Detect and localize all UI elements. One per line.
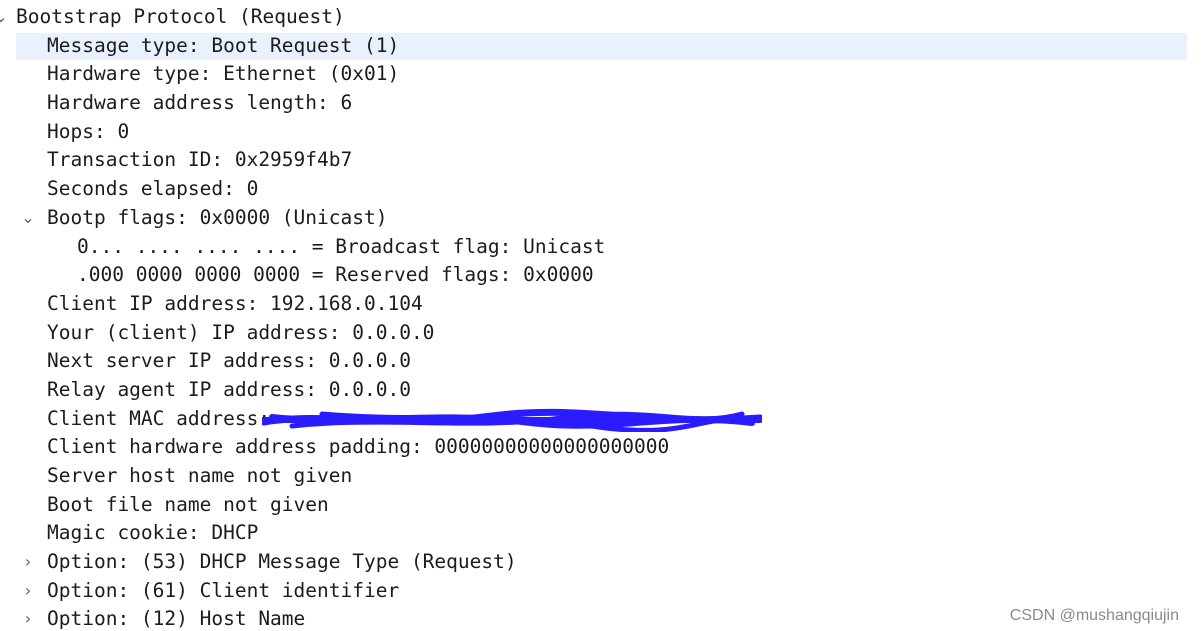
tree-row-magic-cookie[interactable]: Magic cookie: DHCP — [0, 519, 1201, 548]
tree-row-label: Your (client) IP address: 0.0.0.0 — [47, 320, 435, 344]
tree-row-label: Server host name not given — [47, 464, 353, 487]
tree-row-client-mac[interactable]: Client MAC address: — [0, 405, 1201, 434]
packet-details-tree: ⌄ Bootstrap Protocol (Request) Message t… — [0, 3, 1201, 631]
tree-row-bootp-flags[interactable]: ⌄ Bootp flags: 0x0000 (Unicast) — [0, 204, 1201, 233]
tree-row-hops[interactable]: Hops: 0 — [0, 118, 1201, 147]
chevron-right-icon[interactable]: › — [19, 577, 37, 606]
tree-row-label: Hardware type: Ethernet (0x01) — [47, 62, 400, 86]
tree-row-label: Client hardware address padding: 0000000… — [47, 435, 670, 459]
watermark: CSDN @mushangqiujin — [1009, 607, 1179, 624]
tree-row-option-61[interactable]: › Option: (61) Client identifier — [0, 577, 1201, 606]
tree-row-label: Boot file name not given — [47, 492, 329, 516]
tree-row-label: Magic cookie: DHCP — [47, 521, 259, 545]
chevron-down-icon[interactable]: ⌄ — [19, 204, 37, 233]
tree-row-label: Bootstrap Protocol (Request) — [16, 5, 345, 28]
tree-row-label: .000 0000 0000 0000 = Reserved flags: 0x… — [77, 263, 594, 287]
tree-row-label: Option: (12) Host Name — [47, 607, 306, 631]
chevron-right-icon[interactable]: › — [19, 548, 37, 577]
tree-row-label: Seconds elapsed: 0 — [47, 177, 259, 201]
tree-row-your-ip[interactable]: Your (client) IP address: 0.0.0.0 — [0, 319, 1201, 348]
tree-row-label: Hops: 0 — [47, 119, 130, 143]
tree-row-label: 0... .... .... .... = Broadcast flag: Un… — [77, 234, 606, 258]
tree-row-reserved-flags[interactable]: .000 0000 0000 0000 = Reserved flags: 0x… — [0, 261, 1201, 290]
tree-row-label: Transaction ID: 0x2959f4b7 — [47, 148, 353, 172]
tree-row-label: Relay agent IP address: 0.0.0.0 — [47, 377, 411, 401]
tree-row-hardware-address-length[interactable]: Hardware address length: 6 — [0, 89, 1201, 118]
tree-row-server-host-name[interactable]: Server host name not given — [0, 462, 1201, 491]
tree-row-relay-agent-ip[interactable]: Relay agent IP address: 0.0.0.0 — [0, 376, 1201, 405]
tree-row-transaction-id[interactable]: Transaction ID: 0x2959f4b7 — [0, 146, 1201, 175]
tree-row-client-ip[interactable]: Client IP address: 192.168.0.104 — [0, 290, 1201, 319]
tree-row-message-type[interactable]: Message type: Boot Request (1) — [0, 32, 1201, 61]
chevron-down-icon[interactable]: ⌄ — [0, 3, 10, 32]
tree-row-label: Option: (53) DHCP Message Type (Request) — [47, 550, 517, 574]
tree-row-broadcast-flag[interactable]: 0... .... .... .... = Broadcast flag: Un… — [0, 233, 1201, 262]
tree-row-boot-file-name[interactable]: Boot file name not given — [0, 491, 1201, 520]
tree-row-label: Client MAC address: — [47, 406, 271, 430]
tree-row-label: Client IP address: 192.168.0.104 — [47, 291, 423, 315]
chevron-right-icon[interactable]: › — [19, 605, 37, 631]
tree-row-label: Bootp flags: 0x0000 (Unicast) — [47, 205, 388, 229]
tree-row-next-server-ip[interactable]: Next server IP address: 0.0.0.0 — [0, 347, 1201, 376]
tree-row-hardware-type[interactable]: Hardware type: Ethernet (0x01) — [0, 60, 1201, 89]
tree-row-label: Next server IP address: 0.0.0.0 — [47, 349, 411, 373]
tree-row-client-hw-padding[interactable]: Client hardware address padding: 0000000… — [0, 433, 1201, 462]
tree-row-label: Hardware address length: 6 — [47, 91, 353, 115]
tree-row-seconds-elapsed[interactable]: Seconds elapsed: 0 — [0, 175, 1201, 204]
tree-row-bootstrap-protocol[interactable]: ⌄ Bootstrap Protocol (Request) — [0, 3, 1201, 32]
tree-row-option-53[interactable]: › Option: (53) DHCP Message Type (Reques… — [0, 548, 1201, 577]
tree-row-label: Message type: Boot Request (1) — [47, 33, 400, 57]
tree-row-label: Option: (61) Client identifier — [47, 578, 400, 602]
redaction-scribble — [262, 408, 762, 432]
